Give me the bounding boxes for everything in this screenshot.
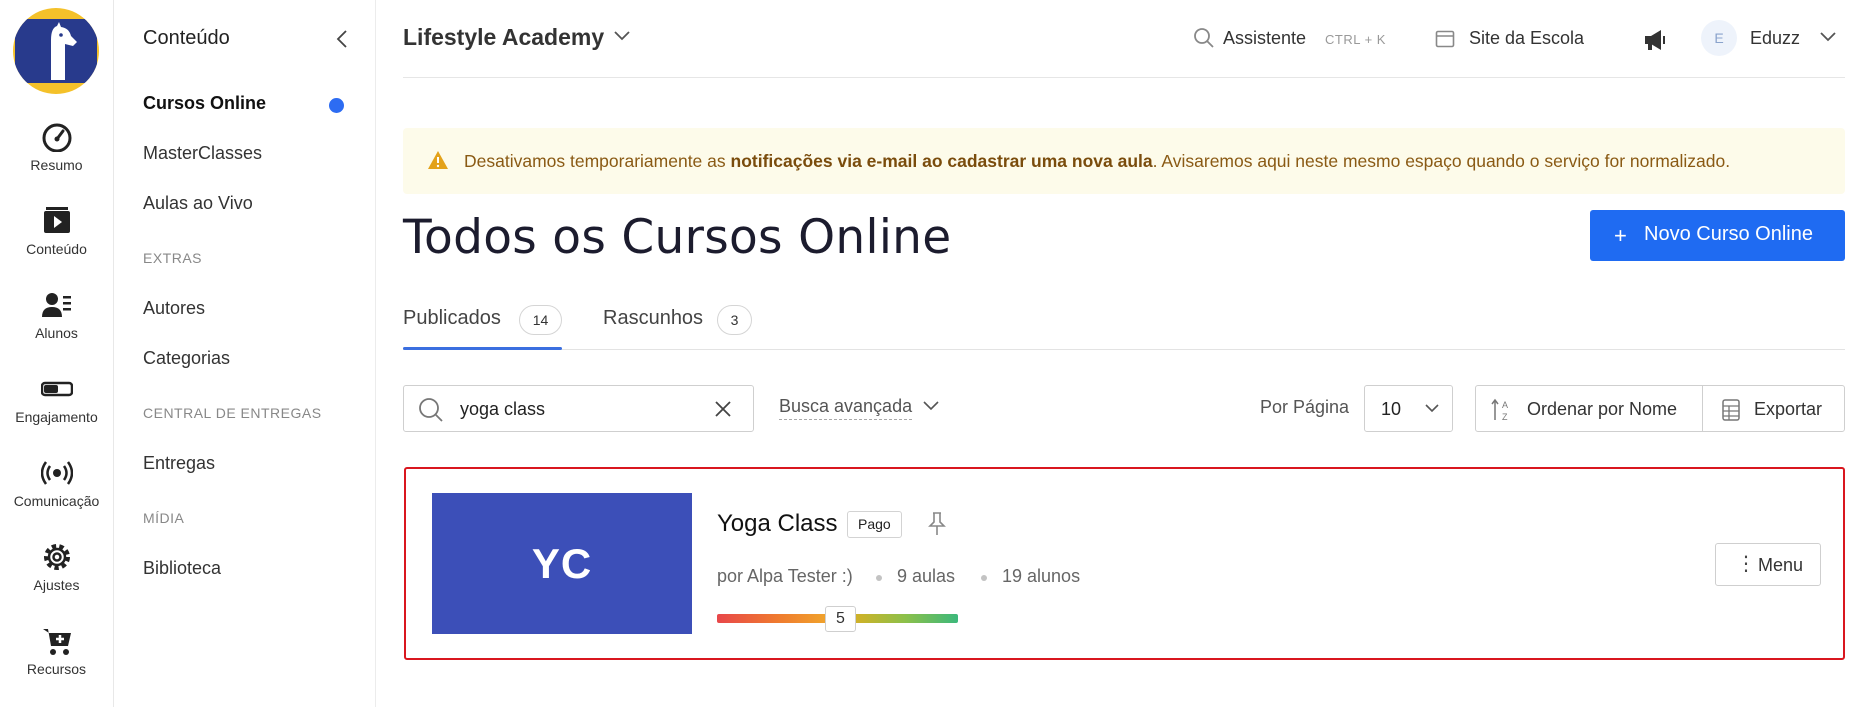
llama-icon <box>51 22 77 80</box>
new-course-label: Novo Curso Online <box>1644 223 1813 245</box>
plus-icon: + <box>1614 223 1627 248</box>
sidebar-section-midia: MÍDIA <box>143 510 185 526</box>
assistant-shortcut: CTRL + K <box>1325 32 1386 47</box>
gear-icon <box>43 544 70 570</box>
published-count-badge: 14 <box>519 305 562 335</box>
pin-icon[interactable] <box>927 511 947 537</box>
chevron-down-icon[interactable] <box>613 30 631 42</box>
sidebar-item-aulas-ao-vivo[interactable]: Aulas ao Vivo <box>143 193 253 214</box>
drafts-count-badge: 3 <box>717 305 752 335</box>
avatar[interactable]: E <box>1701 20 1737 56</box>
svg-text:A: A <box>1502 400 1508 410</box>
rail-label: Resumo <box>30 157 83 173</box>
browser-window-icon <box>1435 30 1455 48</box>
sidebar-item-categorias[interactable]: Categorias <box>143 348 230 369</box>
rail-item-ajustes[interactable]: Ajustes <box>0 542 113 593</box>
rail-label: Recursos <box>26 661 87 677</box>
course-card[interactable]: YC Yoga Class Pago por Alpa Tester :) 9 … <box>404 467 1845 660</box>
export-button[interactable]: Exportar <box>1702 385 1845 432</box>
rail-item-resumo[interactable]: Resumo <box>0 122 113 173</box>
rail-item-comunicacao[interactable]: Comunicação <box>0 458 113 509</box>
search-icon <box>419 398 443 422</box>
score-value: 5 <box>825 606 856 632</box>
active-tab-underline <box>403 347 562 350</box>
tab-rascunhos[interactable]: Rascunhos <box>603 307 703 330</box>
course-lessons: 9 aulas <box>897 566 956 586</box>
tabs-divider <box>403 349 1845 350</box>
sidebar-section-central: CENTRAL DE ENTREGAS <box>143 405 322 421</box>
chevron-left-icon[interactable] <box>332 28 354 50</box>
active-indicator-dot <box>329 98 344 113</box>
sort-alpha-icon: A Z <box>1491 398 1508 422</box>
broadcast-icon <box>40 461 73 485</box>
chevron-down-icon <box>1425 404 1439 413</box>
tab-publicados[interactable]: Publicados <box>403 307 501 330</box>
course-title[interactable]: Yoga Class <box>717 510 838 538</box>
sidebar-item-cursos-online[interactable]: Cursos Online <box>143 93 266 114</box>
course-menu-button[interactable]: ⋮ Menu <box>1715 543 1821 586</box>
svg-text:Z: Z <box>1502 412 1508 422</box>
rail-item-recursos[interactable]: Recursos <box>0 626 113 677</box>
video-icon <box>43 207 70 233</box>
per-page-select[interactable]: 10 <box>1364 385 1453 432</box>
sidebar-item-entregas[interactable]: Entregas <box>143 453 215 474</box>
sidebar-title: Conteúdo <box>143 27 230 49</box>
spreadsheet-icon <box>1722 399 1740 421</box>
alert-message: Desativamos temporariamente as notificaç… <box>464 151 1730 172</box>
warning-icon <box>428 151 448 169</box>
notification-alert: Desativamos temporariamente as notificaç… <box>403 128 1845 194</box>
rail-label: Ajustes <box>33 577 80 593</box>
cart-plus-icon <box>42 629 71 655</box>
assistant-button[interactable]: Assistente <box>1223 28 1306 49</box>
page-title: Todos os Cursos Online <box>403 210 952 265</box>
meta-separator <box>981 575 987 581</box>
search-input[interactable]: yoga class <box>403 385 754 432</box>
status-badge: Pago <box>847 511 902 538</box>
alert-text-after: . Avisaremos aqui neste mesmo espaço qua… <box>1152 151 1731 171</box>
course-students: 19 alunos <box>1002 566 1081 586</box>
rail-label: Alunos <box>35 325 78 341</box>
rail-label: Comunicação <box>13 493 100 509</box>
course-thumbnail[interactable]: YC <box>432 493 692 634</box>
sort-label: Ordenar por Nome <box>1527 399 1678 419</box>
search-value: yoga class <box>460 399 546 419</box>
school-switcher[interactable]: Lifestyle Academy <box>403 24 604 51</box>
menu-label: Menu <box>1758 555 1804 575</box>
rail-item-alunos[interactable]: Alunos <box>0 290 113 341</box>
sort-by-name-button[interactable]: A Z Ordenar por Nome <box>1475 385 1703 432</box>
users-icon <box>41 293 71 317</box>
content-sidebar: Conteúdo Cursos Online MasterClasses Aul… <box>114 0 376 707</box>
app-root: Resumo Conteúdo Alunos Engajamento Comun… <box>0 0 1865 707</box>
school-site-link[interactable]: Site da Escola <box>1469 28 1584 49</box>
sidebar-item-autores[interactable]: Autores <box>143 298 205 319</box>
advanced-search-toggle[interactable]: Busca avançada <box>779 396 913 420</box>
rail-item-engajamento[interactable]: Engajamento <box>0 374 113 425</box>
megaphone-icon[interactable] <box>1643 28 1669 52</box>
rail-label: Conteúdo <box>26 241 87 257</box>
speedometer-icon <box>42 123 71 152</box>
meta-separator <box>876 575 882 581</box>
course-author: por Alpa Tester :) <box>717 566 853 586</box>
search-icon[interactable] <box>1193 27 1215 49</box>
per-page-label: Por Página <box>1260 397 1350 417</box>
new-course-button[interactable]: + Novo Curso Online <box>1590 210 1845 261</box>
more-vertical-icon: ⋮ <box>1736 553 1756 575</box>
chevron-down-icon[interactable] <box>1819 31 1837 43</box>
alert-text-bold: notificações via e-mail ao cadastrar uma… <box>730 151 1153 171</box>
per-page-value: 10 <box>1381 399 1402 419</box>
sidebar-item-biblioteca[interactable]: Biblioteca <box>143 558 221 579</box>
school-logo[interactable] <box>13 8 99 94</box>
close-icon[interactable] <box>714 400 732 418</box>
toggle-icon <box>40 381 73 397</box>
icon-rail: Resumo Conteúdo Alunos Engajamento Comun… <box>0 0 114 707</box>
sidebar-section-extras: EXTRAS <box>143 250 203 266</box>
sidebar-item-masterclasses[interactable]: MasterClasses <box>143 143 262 164</box>
user-menu[interactable]: Eduzz <box>1750 28 1800 49</box>
alert-text-before: Desativamos temporariamente as <box>464 151 731 171</box>
chevron-down-icon[interactable] <box>922 400 940 412</box>
top-header: Lifestyle Academy Assistente CTRL + K Si… <box>403 0 1845 78</box>
rail-label: Engajamento <box>15 409 98 425</box>
export-label: Exportar <box>1754 399 1823 419</box>
rail-item-conteudo[interactable]: Conteúdo <box>0 206 113 257</box>
